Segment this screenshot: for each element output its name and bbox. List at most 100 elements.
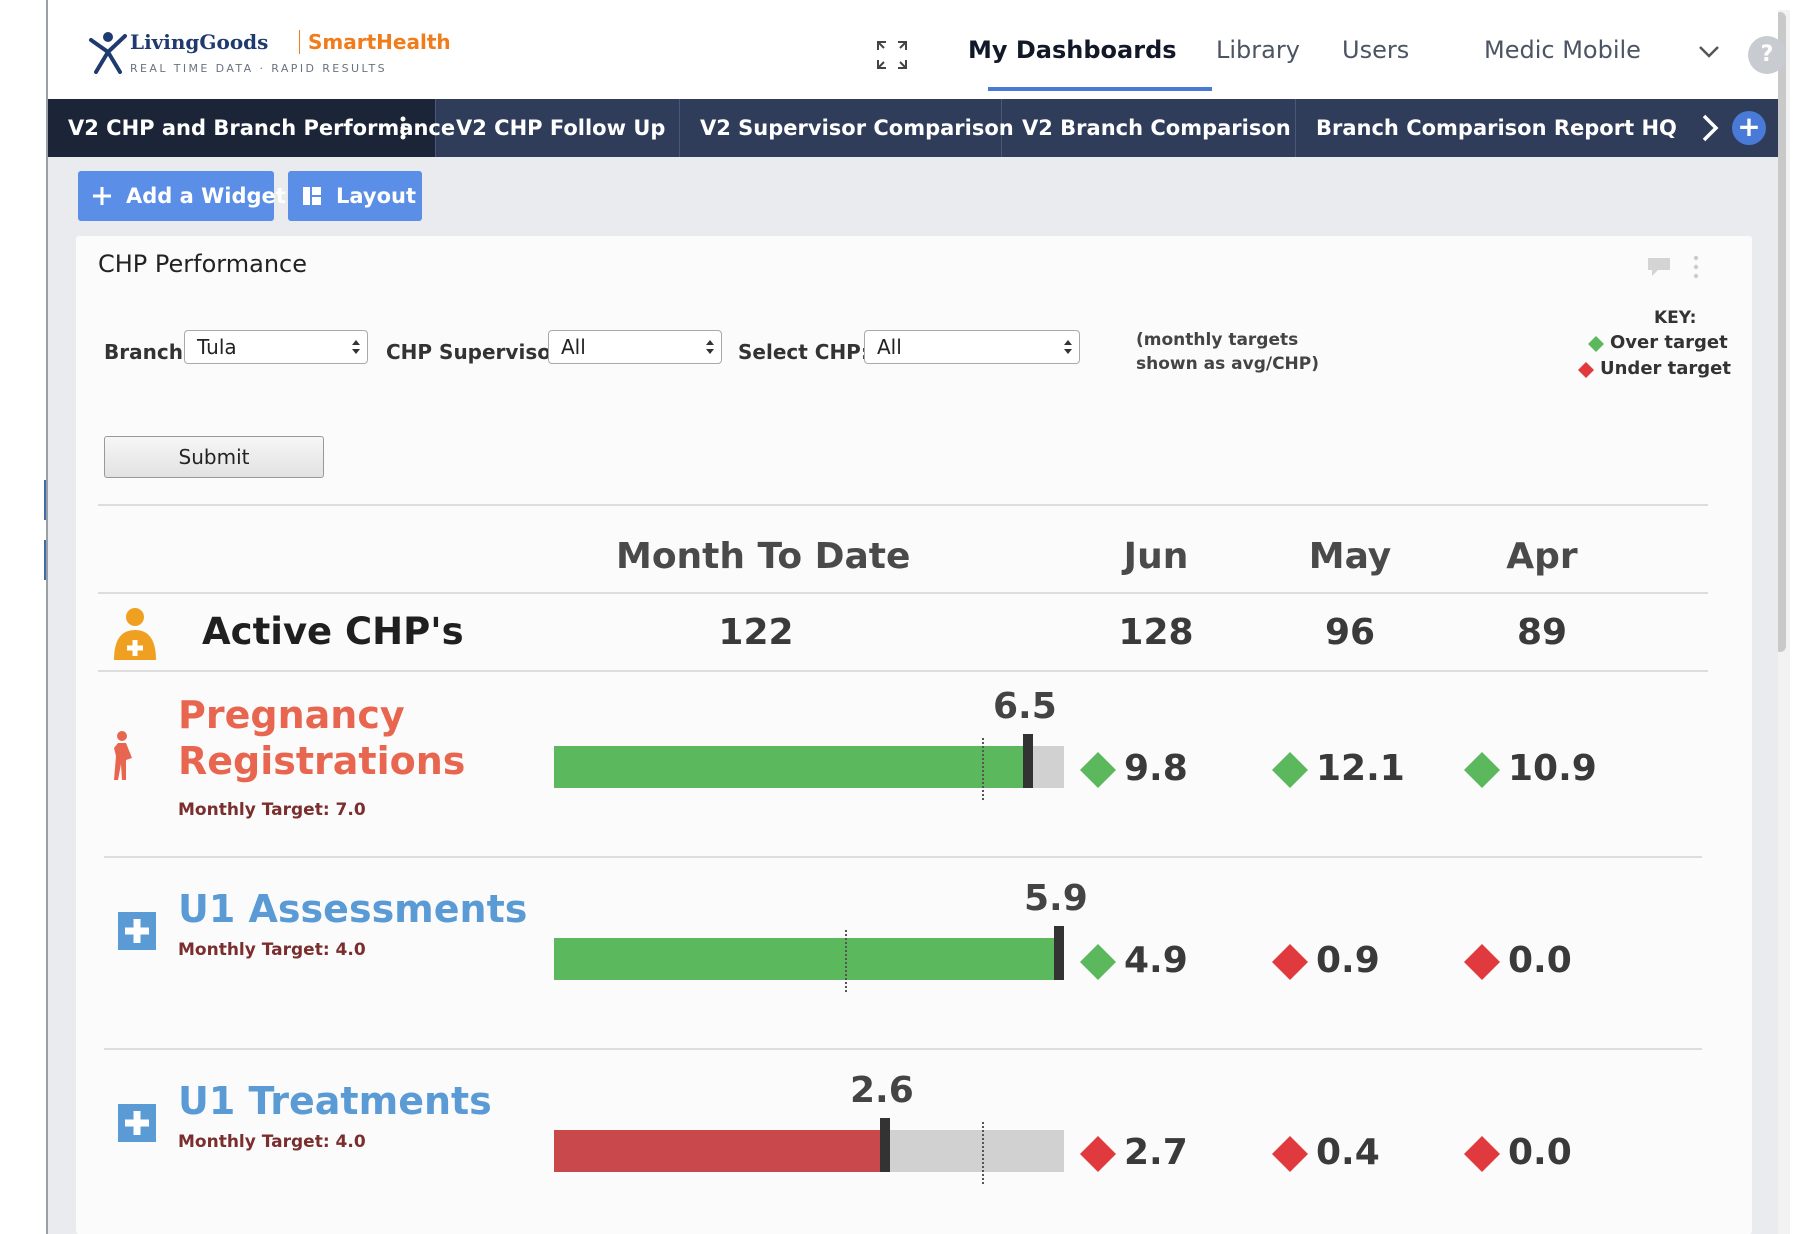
- metric-value-marker: [880, 1118, 890, 1172]
- tab-label: Branch Comparison Report HQ: [1316, 116, 1677, 140]
- targets-note: (monthly targets shown as avg/CHP): [1136, 328, 1319, 376]
- brand-name-primary: LivingGoods: [130, 30, 269, 54]
- metric-monthly-target: Monthly Target: 7.0: [178, 800, 366, 820]
- metric-monthly-target: Monthly Target: 4.0: [178, 1132, 366, 1152]
- key-title: KEY:: [1654, 308, 1697, 328]
- divider: [104, 856, 1702, 858]
- metric-month-value: 0.9: [1316, 940, 1380, 981]
- metric-target-marker: [982, 1122, 984, 1184]
- metric-title-line1: U1 Treatments: [178, 1079, 492, 1123]
- help-icon[interactable]: ?: [1748, 36, 1786, 74]
- metric-month-value: 9.8: [1124, 748, 1188, 789]
- metric-progress-fill: [554, 1130, 880, 1172]
- metric-progress-bar: [554, 926, 1064, 992]
- metric-value-marker: [1023, 734, 1033, 788]
- tab-v2-chp-branch-performance[interactable]: V2 CHP and Branch Performance: [48, 99, 455, 157]
- tab-v2-supervisor-comparison[interactable]: V2 Supervisor Comparison: [680, 99, 1014, 157]
- brand-logo[interactable]: LivingGoods SmartHealth REAL TIME DATA ·…: [88, 26, 451, 82]
- status-diamond-icon: [1272, 1136, 1308, 1172]
- targets-note-line1: (monthly targets: [1136, 330, 1299, 350]
- divider: [98, 504, 1708, 506]
- select-chp-select[interactable]: All: [864, 330, 1080, 364]
- chp-supervisor-label: CHP Supervisor:: [386, 340, 569, 364]
- active-nav-indicator: [988, 87, 1212, 91]
- metric-progress-fill: [554, 746, 1023, 788]
- targets-note-line2: shown as avg/CHP): [1136, 354, 1319, 374]
- app-window: LivingGoods SmartHealth REAL TIME DATA ·…: [0, 0, 1808, 1234]
- metric-title: U1 Assessments: [178, 886, 527, 932]
- metric-target-marker: [982, 738, 984, 800]
- status-diamond-icon: [1272, 752, 1308, 788]
- metric-progress-bar: [554, 1118, 1064, 1184]
- chevron-down-icon[interactable]: [1698, 45, 1720, 59]
- nav-users[interactable]: Users: [1342, 36, 1409, 76]
- layout-grid-icon: [303, 187, 321, 205]
- metric-title: Pregnancy Registrations: [178, 692, 465, 784]
- top-navigation: LivingGoods SmartHealth REAL TIME DATA ·…: [48, 0, 1786, 99]
- active-chps-apr: 89: [1516, 612, 1568, 653]
- select-chp-label: Select CHP:: [738, 340, 869, 364]
- branch-label: Branch:: [104, 340, 191, 364]
- metric-progress-fill: [554, 938, 1064, 980]
- submit-button[interactable]: Submit: [104, 436, 324, 478]
- active-chps-jun: 128: [1118, 612, 1194, 653]
- layout-button[interactable]: Layout: [288, 171, 422, 221]
- active-chps-mtd: 122: [718, 612, 794, 653]
- red-diamond-icon: [1578, 362, 1594, 378]
- tab-v2-branch-comparison[interactable]: V2 Branch Comparison: [1002, 99, 1296, 157]
- metric-month-value: 0.4: [1316, 1132, 1380, 1173]
- status-diamond-icon: [1080, 1136, 1116, 1172]
- status-diamond-icon: [1464, 752, 1500, 788]
- metric-mtd-value: 6.5: [993, 686, 1057, 727]
- medical-cross-icon: [118, 1104, 156, 1142]
- kebab-menu-icon[interactable]: [400, 115, 406, 141]
- column-header-month-to-date: Month To Date: [616, 536, 911, 577]
- add-widget-label: Add a Widget: [126, 184, 286, 208]
- divider: [98, 670, 1708, 672]
- tab-label: V2 Branch Comparison: [1022, 116, 1291, 140]
- kebab-menu-icon[interactable]: [1692, 254, 1700, 280]
- expand-arrows-icon[interactable]: [874, 38, 910, 72]
- key-over-label: Over target: [1610, 332, 1728, 353]
- status-diamond-icon: [1464, 944, 1500, 980]
- tab-branch-comparison-report-hq[interactable]: Branch Comparison Report HQ: [1296, 99, 1688, 157]
- add-widget-button[interactable]: Add a Widget: [78, 171, 286, 221]
- metric-month-value: 10.9: [1508, 748, 1597, 789]
- select-arrows-icon: [1064, 340, 1072, 354]
- chp-performance-widget: CHP Performance Branch: Tula CHP Supervi…: [76, 236, 1752, 1234]
- health-worker-icon: [114, 608, 156, 660]
- plus-icon: [93, 187, 111, 205]
- tab-v2-chp-follow-up[interactable]: V2 CHP Follow Up: [436, 99, 680, 157]
- layout-label: Layout: [336, 184, 417, 208]
- chevron-right-icon[interactable]: [1688, 99, 1732, 157]
- medical-cross-icon: [118, 912, 156, 950]
- select-arrows-icon: [706, 340, 714, 354]
- metric-monthly-target: Monthly Target: 4.0: [178, 940, 366, 960]
- divider: [104, 1048, 1702, 1050]
- status-diamond-icon: [1272, 944, 1308, 980]
- metric-title-line1: U1 Assessments: [178, 887, 528, 931]
- column-header-jun: Jun: [1123, 536, 1189, 577]
- status-diamond-icon: [1080, 752, 1116, 788]
- plus-circle-icon[interactable]: +: [1732, 111, 1766, 145]
- nav-medic-mobile[interactable]: Medic Mobile: [1484, 36, 1641, 76]
- select-arrows-icon: [352, 340, 360, 354]
- status-diamond-icon: [1080, 944, 1116, 980]
- nav-my-dashboards[interactable]: My Dashboards: [968, 36, 1177, 76]
- nav-library[interactable]: Library: [1216, 36, 1300, 76]
- chp-supervisor-select-value: All: [561, 335, 586, 359]
- column-header-may: May: [1308, 536, 1392, 577]
- dashboard-tab-bar: V2 CHP and Branch Performance V2 CHP Fol…: [48, 99, 1778, 157]
- comment-icon[interactable]: [1646, 256, 1672, 278]
- chp-supervisor-select[interactable]: All: [548, 330, 722, 364]
- status-diamond-icon: [1464, 1136, 1500, 1172]
- brand-tagline: REAL TIME DATA · RAPID RESULTS: [130, 62, 387, 75]
- metric-title: U1 Treatments: [178, 1078, 492, 1124]
- green-diamond-icon: [1588, 336, 1604, 352]
- metric-month-value: 0.0: [1508, 940, 1572, 981]
- metric-value-marker: [1054, 926, 1064, 980]
- metric-title-line1: Pregnancy: [178, 693, 405, 737]
- branch-select[interactable]: Tula: [184, 330, 368, 364]
- metric-progress-bar: [554, 734, 1064, 800]
- select-chp-select-value: All: [877, 335, 902, 359]
